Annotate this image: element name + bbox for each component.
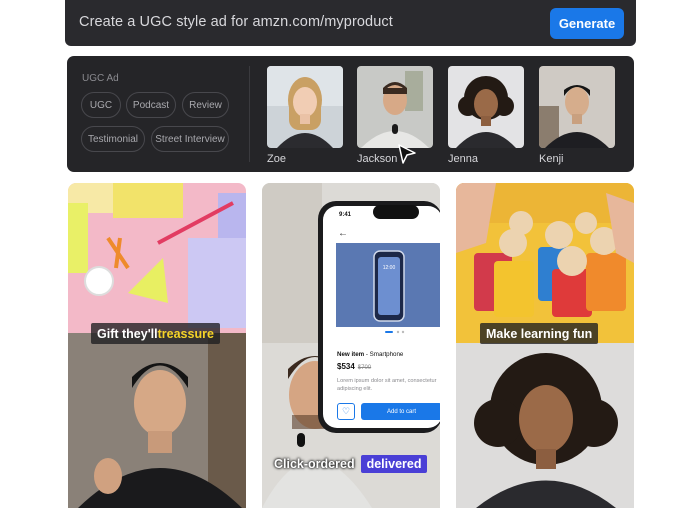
chip-ugc[interactable]: UGC [81,92,121,118]
avatar-name-jenna: Jenna [448,153,478,165]
avatar-name-kenji: Kenji [539,153,564,165]
prompt-input[interactable]: Create a UGC style ad for amzn.com/mypro… [79,14,393,30]
phone-screen: 9:41 ← 12:00 New item - Smartphone $534 … [323,206,440,428]
video-tile-click-ordered[interactable]: 9:41 ← 12:00 New item - Smartphone $534 … [262,183,440,508]
back-arrow-icon[interactable]: ← [338,228,348,239]
heart-icon[interactable]: ♡ [337,403,355,420]
product-image: 12:00 [336,243,440,327]
caption-click-part1: Click-ordered [274,456,355,471]
price-old: $700 [357,365,372,371]
caption-gift-part1: Gift they'll [97,326,158,341]
caption-gift-highlight: treassure [157,326,214,341]
generate-button[interactable]: Generate [550,8,624,39]
ugc-ad-panel: UGC Ad UGC Podcast Review Testimonial St… [67,56,634,172]
phone-screen-time: 12:00 [382,265,396,271]
carousel-dots [385,330,405,334]
product-price: $534 $700 [337,362,371,371]
chip-review[interactable]: Review [182,92,229,118]
avatar-jackson[interactable] [357,66,433,148]
product-title-rest: - Smartphone [364,351,404,358]
page: Create a UGC style ad for amzn.com/mypro… [0,0,700,508]
phone-mockup: 9:41 ← 12:00 New item - Smartphone $534 … [318,201,440,433]
chip-street-interview[interactable]: Street Interview [151,126,229,152]
panel-divider [249,66,250,162]
phone-time: 9:41 [339,212,352,218]
ugc-ad-title: UGC Ad [82,73,119,84]
phone-notch [373,205,419,219]
product-title: New item - Smartphone [337,351,403,358]
avatar-zoe[interactable] [267,66,343,148]
add-to-cart-button[interactable]: Add to cart [361,403,440,420]
caption-learning: Make learning fun [480,323,599,344]
product-description: Lorem ipsum dolor sit amet, consectetur … [337,378,437,392]
avatar-kenji[interactable] [539,66,615,148]
chip-testimonial[interactable]: Testimonial [81,126,145,152]
avatar-name-jackson: Jackson [357,153,398,165]
prompt-bar: Create a UGC style ad for amzn.com/mypro… [65,0,636,46]
avatar-name-zoe: Zoe [267,153,286,165]
caption-gift: Gift they'll treassure [91,323,220,344]
caption-click-ordered: Click-ordered delivered [274,453,428,474]
cursor-pointer-icon [398,144,416,164]
product-title-bold: New item [337,351,365,358]
video-tile-gift[interactable]: Gift they'll treassure [68,183,246,508]
video-tile-learning[interactable]: Make learning fun [456,183,634,508]
avatar-jenna[interactable] [448,66,524,148]
caption-click-highlight: delivered [360,454,428,473]
price-current: $534 [337,362,355,371]
chip-podcast[interactable]: Podcast [126,92,176,118]
